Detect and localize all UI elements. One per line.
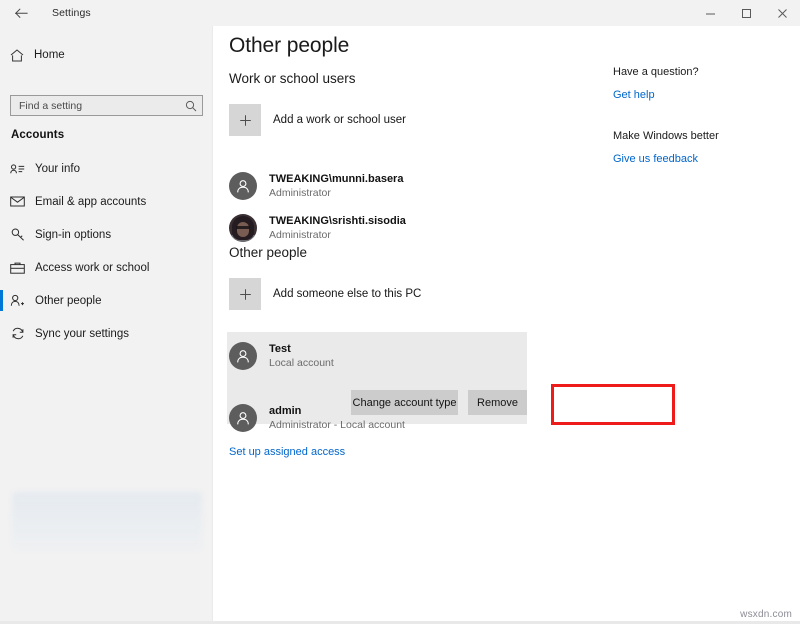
sidebar-item-home[interactable]: Home <box>0 40 213 70</box>
photo-avatar <box>229 214 257 242</box>
list-item[interactable]: TWEAKING\munni.basera Administrator <box>229 168 403 204</box>
sidebar-item-email-app-accounts[interactable]: Email & app accounts <box>0 185 213 218</box>
user-subtitle: Administrator - Local account <box>269 418 405 432</box>
list-item-text: Test Local account <box>269 342 334 370</box>
list-item[interactable]: TWEAKING\srishti.sisodia Administrator <box>229 210 406 246</box>
list-item-text: TWEAKING\srishti.sisodia Administrator <box>269 214 406 242</box>
user-name: admin <box>269 404 405 418</box>
sidebar-item-label: Email & app accounts <box>35 196 146 208</box>
add-work-user-label: Add a work or school user <box>273 114 406 126</box>
person-avatar-icon <box>229 172 257 200</box>
sidebar-item-label: Your info <box>35 163 80 175</box>
sidebar-item-sign-in-options[interactable]: Sign-in options <box>0 218 213 251</box>
highlight-annotation <box>551 384 675 425</box>
person-avatar-icon <box>229 342 257 370</box>
id-card-icon <box>0 163 35 175</box>
user-subtitle: Local account <box>269 356 334 370</box>
settings-window: Settings Home <box>0 0 800 624</box>
sidebar-item-sync-your-settings[interactable]: Sync your settings <box>0 317 213 350</box>
sidebar-nav-list: Your info Email & app accounts <box>0 152 213 350</box>
minimize-icon[interactable] <box>692 0 728 26</box>
help-question-heading: Have a question? <box>613 66 699 78</box>
person-avatar-icon <box>229 404 257 432</box>
user-name: TWEAKING\srishti.sisodia <box>269 214 406 228</box>
window-title: Settings <box>52 7 91 19</box>
sidebar: Home Accounts <box>0 26 213 624</box>
close-icon[interactable] <box>764 0 800 26</box>
sidebar-item-label: Sync your settings <box>35 328 129 340</box>
search-input[interactable] <box>11 96 180 115</box>
list-item-text: admin Administrator - Local account <box>269 404 405 432</box>
title-bar: Settings <box>0 0 800 26</box>
plus-icon <box>229 278 261 310</box>
person-add-icon <box>0 294 35 307</box>
plus-icon <box>229 104 261 136</box>
main-content: Other people Work or school users Add a … <box>213 26 800 624</box>
search-box[interactable] <box>10 95 203 116</box>
sidebar-item-label: Access work or school <box>35 262 149 274</box>
sidebar-home-label: Home <box>34 49 65 61</box>
user-name: TWEAKING\munni.basera <box>269 172 403 186</box>
search-icon <box>180 100 202 112</box>
sidebar-item-label: Other people <box>35 295 102 307</box>
help-feedback-block: Make Windows better Give us feedback <box>613 130 719 167</box>
background-watermark <box>12 492 202 550</box>
user-name: Test <box>269 342 334 356</box>
get-help-link[interactable]: Get help <box>613 89 655 101</box>
briefcase-icon <box>0 262 35 274</box>
sidebar-item-access-work-or-school[interactable]: Access work or school <box>0 251 213 284</box>
work-section-heading: Work or school users <box>229 71 356 86</box>
help-feedback-heading: Make Windows better <box>613 130 719 142</box>
other-people-section-heading: Other people <box>229 245 307 260</box>
page-title: Other people <box>229 34 349 58</box>
sidebar-section-title: Accounts <box>11 129 64 141</box>
home-icon <box>0 49 34 62</box>
add-someone-else-button[interactable]: Add someone else to this PC <box>229 278 421 310</box>
give-us-feedback-link[interactable]: Give us feedback <box>613 153 698 165</box>
key-icon <box>0 228 35 241</box>
remove-account-button[interactable]: Remove <box>468 390 527 415</box>
help-question-block: Have a question? Get help <box>613 66 699 103</box>
envelope-icon <box>0 196 35 207</box>
user-subtitle: Administrator <box>269 228 406 242</box>
sidebar-item-label: Sign-in options <box>35 229 111 241</box>
add-someone-else-label: Add someone else to this PC <box>273 288 421 300</box>
list-item[interactable]: admin Administrator - Local account <box>229 400 405 436</box>
sidebar-item-other-people[interactable]: Other people <box>0 284 213 317</box>
back-arrow-icon[interactable] <box>0 0 42 26</box>
selection-indicator <box>0 290 3 311</box>
list-item-text: TWEAKING\munni.basera Administrator <box>269 172 403 200</box>
list-item[interactable]: Test Local account <box>229 338 334 374</box>
sidebar-item-your-info[interactable]: Your info <box>0 152 213 185</box>
add-work-or-school-user-button[interactable]: Add a work or school user <box>229 104 406 136</box>
site-watermark: wsxdn.com <box>740 609 792 620</box>
user-subtitle: Administrator <box>269 186 403 200</box>
maximize-icon[interactable] <box>728 0 764 26</box>
set-up-assigned-access-link[interactable]: Set up assigned access <box>229 446 345 458</box>
sync-icon <box>0 327 35 340</box>
